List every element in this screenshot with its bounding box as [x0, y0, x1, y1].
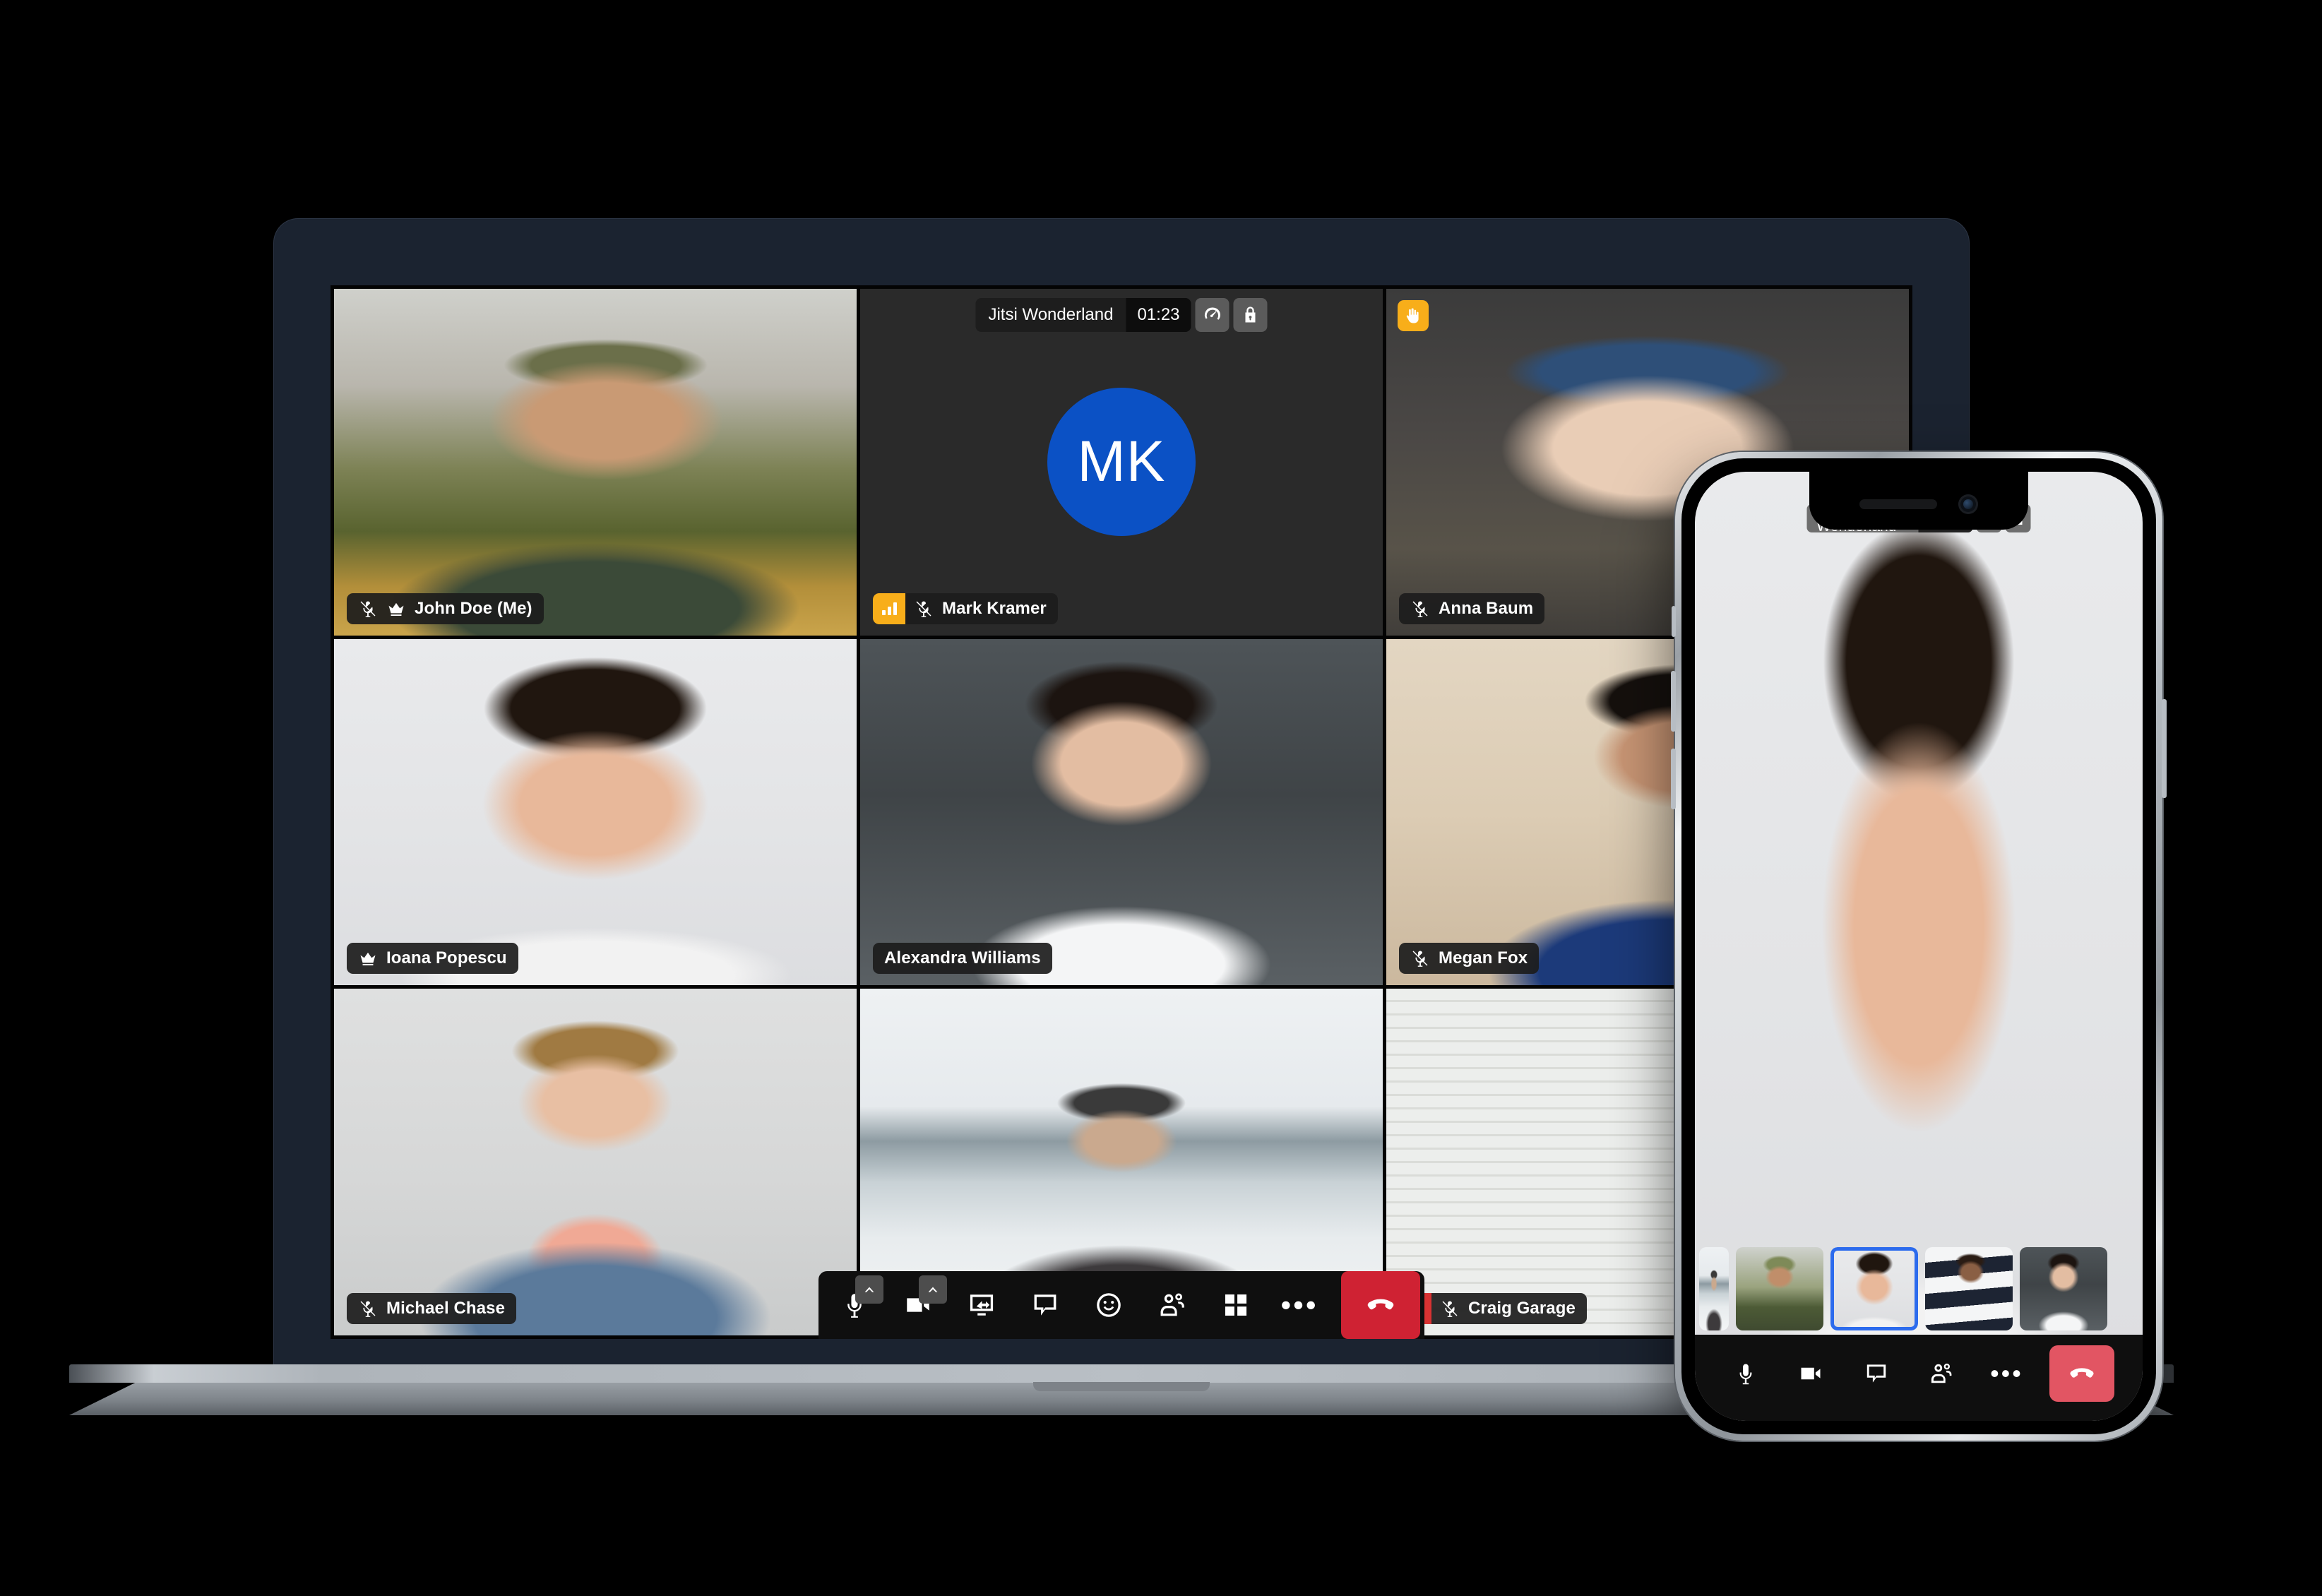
video-tile[interactable]: MK Mark Kramer [860, 289, 1383, 636]
screen-share-button[interactable] [950, 1271, 1013, 1339]
participant-label: Ioana Popescu [347, 943, 518, 975]
video-tile[interactable]: Michael Chase [334, 989, 857, 1335]
phone-notch [1809, 472, 2028, 530]
camera-icon [1788, 1351, 1833, 1396]
phone-power-button[interactable] [2162, 699, 2167, 798]
participant-name: Alexandra Williams [884, 948, 1041, 968]
chat-icon [1854, 1351, 1899, 1396]
screen-share-icon [950, 1271, 1013, 1339]
conference-name: Jitsi Wonderland [988, 305, 1114, 324]
mic-muted-icon [358, 1299, 378, 1318]
earpiece-speaker-icon [1859, 499, 1937, 509]
phone-filmstrip [1695, 1243, 2143, 1335]
video-tile[interactable]: Alexandra Williams [860, 638, 1383, 986]
mic-muted-icon [1410, 948, 1430, 968]
participant-video [334, 289, 857, 636]
phone-device: Jitsi Wonderland 01:23 ••• [1671, 452, 2167, 1441]
phone-meeting-toolbar: ••• [1695, 1335, 2143, 1421]
tile-view-button[interactable] [1204, 1271, 1268, 1339]
phone-silent-switch[interactable] [1672, 606, 1676, 637]
participant-name: Michael Chase [386, 1298, 506, 1318]
conference-name-pill[interactable]: Jitsi Wonderland 01:23 [975, 298, 1191, 332]
tile-view-icon [1204, 1271, 1268, 1339]
chat-icon [1013, 1271, 1077, 1339]
participant-video [334, 989, 857, 1335]
speedometer-icon[interactable] [1195, 298, 1230, 332]
hangup-button[interactable] [2049, 1345, 2114, 1402]
filmstrip-thumbnail[interactable] [1925, 1247, 2013, 1330]
participant-name: Mark Kramer [942, 598, 1047, 618]
participants-button[interactable] [1141, 1271, 1204, 1339]
camera-button[interactable] [886, 1271, 950, 1339]
chat-button[interactable] [1854, 1351, 1899, 1396]
video-tile[interactable]: John Doe (Me) [334, 289, 857, 636]
filmstrip-thumbnail[interactable] [1699, 1247, 1729, 1330]
raised-hand-icon [1398, 300, 1429, 331]
meeting-toolbar: ••• [818, 1271, 1424, 1339]
more-button[interactable]: ••• [1984, 1351, 2029, 1396]
mic-muted-icon [1440, 1299, 1460, 1318]
participant-label: Megan Fox [1399, 943, 1540, 975]
laptop-base-notch [1033, 1382, 1210, 1391]
participant-avatar: MK [1047, 388, 1196, 537]
participant-label: Michael Chase [347, 1292, 517, 1324]
participant-name: John Doe (Me) [415, 598, 532, 618]
chevron-up-icon[interactable] [919, 1275, 947, 1304]
conference-timer: 01:23 [1126, 298, 1191, 332]
phone-bezel: Jitsi Wonderland 01:23 ••• [1681, 458, 2156, 1434]
participant-name: Megan Fox [1439, 948, 1528, 968]
phone-volume-up-button[interactable] [1671, 671, 1676, 732]
participants-icon [1919, 1351, 1964, 1396]
front-camera-icon [1958, 494, 1978, 514]
camera-button[interactable] [1788, 1351, 1833, 1396]
participant-label: Alexandra Williams [873, 943, 1052, 975]
connection-quality-icon [873, 592, 905, 624]
hangup-icon [1341, 1271, 1420, 1339]
participants-icon [1141, 1271, 1204, 1339]
crown-icon [358, 948, 378, 968]
microphone-button[interactable] [823, 1271, 886, 1339]
emoji-icon [1077, 1271, 1141, 1339]
phone-screen: Jitsi Wonderland 01:23 ••• [1695, 472, 2143, 1421]
emoji-button[interactable] [1077, 1271, 1141, 1339]
participant-name: Anna Baum [1439, 598, 1534, 618]
mic-muted-icon [358, 599, 378, 619]
video-tile[interactable]: Ioana Popescu [334, 638, 857, 986]
hangup-button[interactable] [1341, 1271, 1420, 1339]
filmstrip-thumbnail[interactable] [1736, 1247, 1823, 1330]
mic-muted-icon [1410, 599, 1430, 619]
filmstrip-thumbnail[interactable] [2020, 1247, 2107, 1330]
microphone-button[interactable] [1723, 1351, 1768, 1396]
chat-button[interactable] [1013, 1271, 1077, 1339]
participant-label: John Doe (Me) [347, 592, 544, 624]
conference-header: Jitsi Wonderland 01:23 [975, 298, 1268, 332]
participant-video [860, 638, 1383, 986]
crown-icon [386, 599, 406, 619]
filmstrip-thumbnail[interactable] [1830, 1247, 1918, 1330]
participant-name: Craig Garage [1468, 1298, 1576, 1318]
hangup-icon [2049, 1345, 2114, 1402]
more-button[interactable]: ••• [1268, 1271, 1331, 1339]
participants-button[interactable] [1919, 1351, 1964, 1396]
lock-icon[interactable] [1233, 298, 1268, 332]
participant-label: Mark Kramer [873, 592, 1058, 624]
participant-name: Ioana Popescu [386, 948, 507, 968]
chevron-up-icon[interactable] [855, 1275, 883, 1304]
mic-muted-icon [914, 599, 934, 619]
participant-label: Anna Baum [1399, 592, 1545, 624]
phone-volume-down-button[interactable] [1671, 749, 1676, 809]
participant-label: Craig Garage [1399, 1292, 1587, 1324]
participant-video [334, 638, 857, 986]
microphone-icon [1723, 1351, 1768, 1396]
